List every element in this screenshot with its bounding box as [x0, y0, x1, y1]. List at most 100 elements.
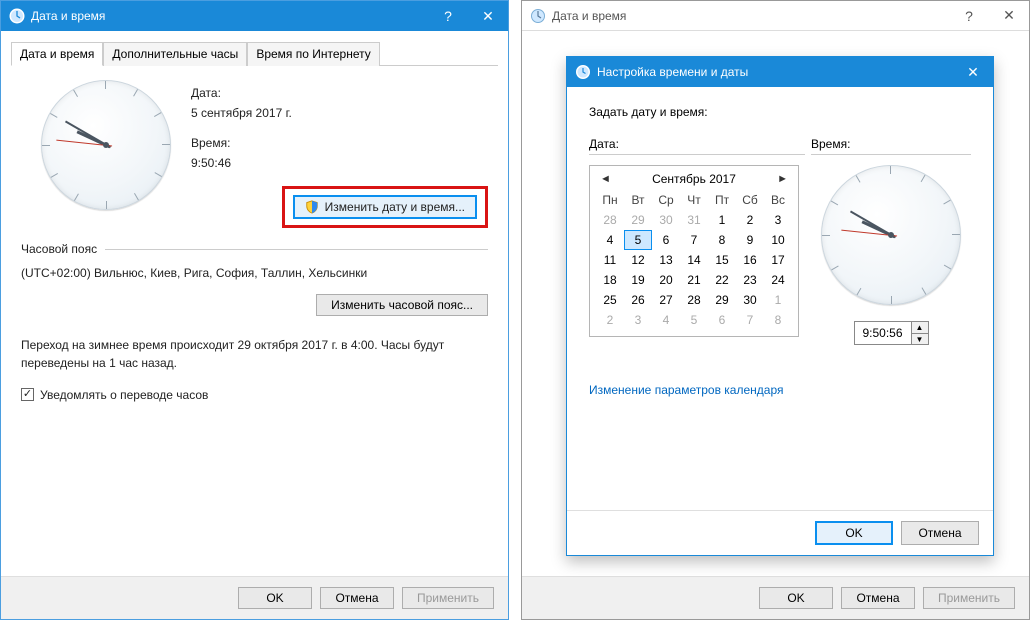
calendar-day[interactable]: 5 [680, 310, 708, 330]
clock-icon [575, 64, 591, 80]
calendar-day[interactable]: 9 [736, 230, 764, 250]
tab-additional-clocks[interactable]: Дополнительные часы [103, 42, 247, 66]
calendar-day[interactable]: 16 [736, 250, 764, 270]
calendar-day[interactable]: 17 [764, 250, 792, 270]
cancel-button[interactable]: Отмена [320, 587, 394, 609]
timezone-section-label: Часовой пояс [21, 242, 97, 256]
calendar-day[interactable]: 24 [764, 270, 792, 290]
calendar-day[interactable]: 13 [652, 250, 680, 270]
calendar-day[interactable]: 27 [652, 290, 680, 310]
calendar-day[interactable]: 3 [764, 210, 792, 230]
calendar-dow: Вс [764, 190, 792, 210]
calendar-day[interactable]: 31 [680, 210, 708, 230]
window-title: Дата и время [552, 9, 949, 23]
modal-title: Настройка времени и даты [597, 65, 953, 79]
shield-icon [305, 200, 319, 214]
time-input[interactable] [855, 322, 911, 344]
change-timezone-button[interactable]: Изменить часовой пояс... [316, 294, 488, 316]
date-time-window: Дата и время ? ✕ Дата и время Дополнител… [0, 0, 509, 620]
calendar-day[interactable]: 10 [764, 230, 792, 250]
calendar-dow: Чт [680, 190, 708, 210]
tab-date-time[interactable]: Дата и время [11, 42, 103, 66]
calendar-day[interactable]: 8 [708, 230, 736, 250]
time-spinner[interactable]: ▲ ▼ [854, 321, 929, 345]
calendar-day[interactable]: 28 [596, 210, 624, 230]
calendar-day[interactable]: 1 [764, 290, 792, 310]
calendar-day[interactable]: 2 [596, 310, 624, 330]
calendar-day[interactable]: 21 [680, 270, 708, 290]
time-down-button[interactable]: ▼ [912, 333, 928, 344]
calendar-day[interactable]: 29 [624, 210, 652, 230]
calendar-next-button[interactable]: ► [773, 173, 792, 185]
apply-button[interactable]: Применить [402, 587, 494, 609]
calendar-day[interactable]: 19 [624, 270, 652, 290]
modal-heading: Задать дату и время: [589, 105, 971, 119]
close-button[interactable]: ✕ [989, 1, 1029, 30]
calendar-day[interactable]: 28 [680, 290, 708, 310]
notify-label: Уведомлять о переводе часов [40, 388, 208, 402]
tab-internet-time[interactable]: Время по Интернету [247, 42, 379, 66]
calendar-day[interactable]: 12 [624, 250, 652, 270]
help-button[interactable]: ? [949, 1, 989, 30]
calendar-dow: Ср [652, 190, 680, 210]
set-date-time-dialog: Настройка времени и даты ✕ Задать дату и… [566, 56, 994, 556]
time-up-button[interactable]: ▲ [912, 322, 928, 333]
calendar-day[interactable]: 18 [596, 270, 624, 290]
date-value: 5 сентября 2017 г. [191, 106, 488, 120]
calendar-day[interactable]: 25 [596, 290, 624, 310]
notify-checkbox[interactable]: ✓ Уведомлять о переводе часов [21, 388, 208, 402]
titlebar[interactable]: Дата и время ? ✕ [1, 1, 508, 31]
timezone-value: (UTC+02:00) Вильнюс, Киев, Рига, София, … [21, 266, 488, 280]
help-button[interactable]: ? [428, 1, 468, 31]
ok-button[interactable]: OK [238, 587, 312, 609]
calendar-day[interactable]: 1 [708, 210, 736, 230]
ok-button[interactable]: OK [815, 521, 893, 545]
modal-date-label: Дата: [589, 137, 619, 151]
clock-icon [9, 8, 25, 24]
calendar-day[interactable]: 7 [680, 230, 708, 250]
calendar-day[interactable]: 3 [624, 310, 652, 330]
calendar-day[interactable]: 22 [708, 270, 736, 290]
tabs: Дата и время Дополнительные часы Время п… [11, 41, 498, 66]
analog-clock [41, 80, 171, 210]
time-value: 9:50:46 [191, 156, 488, 170]
calendar-day[interactable]: 11 [596, 250, 624, 270]
calendar-day[interactable]: 5 [624, 230, 652, 250]
calendar-day[interactable]: 2 [736, 210, 764, 230]
calendar-day[interactable]: 6 [708, 310, 736, 330]
change-date-time-highlight: Изменить дату и время... [282, 186, 488, 228]
change-date-time-label: Изменить дату и время... [325, 200, 465, 214]
titlebar-inactive[interactable]: Дата и время ? ✕ [522, 1, 1029, 31]
modal-titlebar[interactable]: Настройка времени и даты ✕ [567, 57, 993, 87]
calendar-day[interactable]: 4 [596, 230, 624, 250]
calendar-dow: Пт [708, 190, 736, 210]
calendar-day[interactable]: 15 [708, 250, 736, 270]
calendar-day[interactable]: 26 [624, 290, 652, 310]
ok-button[interactable]: OK [759, 587, 833, 609]
modal-time-label: Время: [811, 137, 850, 151]
calendar-day[interactable]: 8 [764, 310, 792, 330]
calendar-day[interactable]: 30 [652, 210, 680, 230]
apply-button[interactable]: Применить [923, 587, 1015, 609]
calendar-dow: Пн [596, 190, 624, 210]
checkbox-icon: ✓ [21, 388, 34, 401]
close-button[interactable]: ✕ [468, 1, 508, 31]
calendar-day[interactable]: 29 [708, 290, 736, 310]
calendar-settings-link[interactable]: Изменение параметров календаря [589, 383, 784, 397]
calendar-day[interactable]: 30 [736, 290, 764, 310]
calendar-day[interactable]: 23 [736, 270, 764, 290]
calendar-title: Сентябрь 2017 [652, 172, 736, 186]
calendar-day[interactable]: 14 [680, 250, 708, 270]
calendar-day[interactable]: 7 [736, 310, 764, 330]
date-label: Дата: [191, 86, 488, 100]
cancel-button[interactable]: Отмена [901, 521, 979, 545]
calendar-day[interactable]: 20 [652, 270, 680, 290]
calendar-prev-button[interactable]: ◄ [596, 173, 615, 185]
dialog-footer: OK Отмена Применить [522, 576, 1029, 619]
calendar-day[interactable]: 4 [652, 310, 680, 330]
calendar-dow: Сб [736, 190, 764, 210]
change-date-time-button[interactable]: Изменить дату и время... [293, 195, 477, 219]
close-button[interactable]: ✕ [953, 57, 993, 87]
calendar-day[interactable]: 6 [652, 230, 680, 250]
cancel-button[interactable]: Отмена [841, 587, 915, 609]
